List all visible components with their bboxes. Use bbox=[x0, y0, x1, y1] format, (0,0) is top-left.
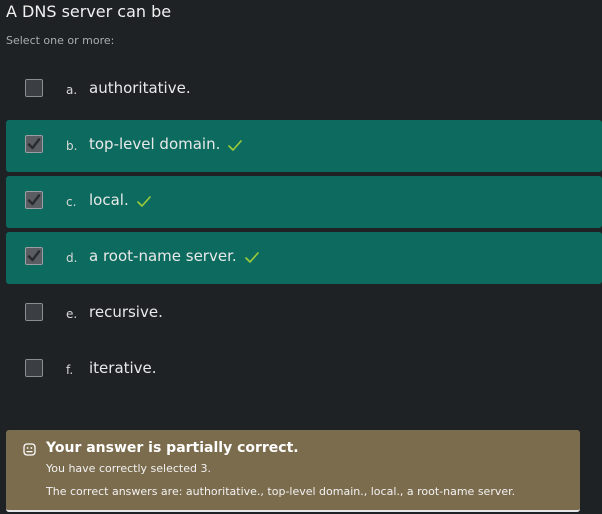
option-c-text: local. bbox=[89, 191, 151, 209]
checkmark-icon bbox=[27, 250, 41, 262]
correct-tick-icon bbox=[228, 140, 243, 151]
option-f-text: iterative. bbox=[89, 359, 157, 377]
correct-tick-icon bbox=[244, 252, 259, 263]
option-b-checkbox[interactable] bbox=[25, 135, 43, 153]
option-d-letter: d. bbox=[66, 251, 78, 265]
option-d-checkbox[interactable] bbox=[25, 247, 43, 265]
checkmark-icon bbox=[27, 138, 41, 150]
option-c-checkbox[interactable] bbox=[25, 191, 43, 209]
option-b-text: top-level domain. bbox=[89, 135, 243, 153]
option-e-letter: e. bbox=[66, 307, 78, 321]
option-e-checkbox[interactable] bbox=[25, 303, 43, 321]
checkmark-icon bbox=[27, 194, 41, 206]
option-b[interactable]: b. top-level domain. bbox=[6, 120, 602, 172]
feedback-title: Your answer is partially correct. bbox=[46, 440, 299, 456]
correct-tick-icon bbox=[136, 196, 151, 207]
feedback-correct-answers: The correct answers are: authoritative.,… bbox=[46, 485, 516, 498]
option-c[interactable]: c. local. bbox=[6, 176, 602, 228]
option-f-checkbox[interactable] bbox=[25, 359, 43, 377]
option-a-text: authoritative. bbox=[89, 79, 191, 97]
partial-icon bbox=[23, 443, 36, 456]
option-d[interactable]: d. a root-name server. bbox=[6, 232, 602, 284]
feedback-panel: Your answer is partially correct. You ha… bbox=[6, 430, 580, 512]
option-e-text: recursive. bbox=[89, 303, 163, 321]
option-c-letter: c. bbox=[66, 195, 77, 209]
option-f-letter: f. bbox=[66, 363, 74, 377]
option-a-letter: a. bbox=[66, 83, 78, 97]
option-e[interactable]: e. recursive. bbox=[6, 288, 602, 340]
option-b-letter: b. bbox=[66, 139, 78, 153]
option-a-checkbox[interactable] bbox=[25, 79, 43, 97]
quiz-page: A DNS server can be Select one or more: … bbox=[0, 0, 602, 514]
option-d-text: a root-name server. bbox=[89, 247, 259, 265]
feedback-selected-count: You have correctly selected 3. bbox=[46, 462, 211, 475]
option-a[interactable]: a. authoritative. bbox=[6, 64, 602, 116]
select-hint: Select one or more: bbox=[6, 34, 115, 47]
option-f[interactable]: f. iterative. bbox=[6, 344, 602, 396]
question-title: A DNS server can be bbox=[6, 2, 172, 21]
